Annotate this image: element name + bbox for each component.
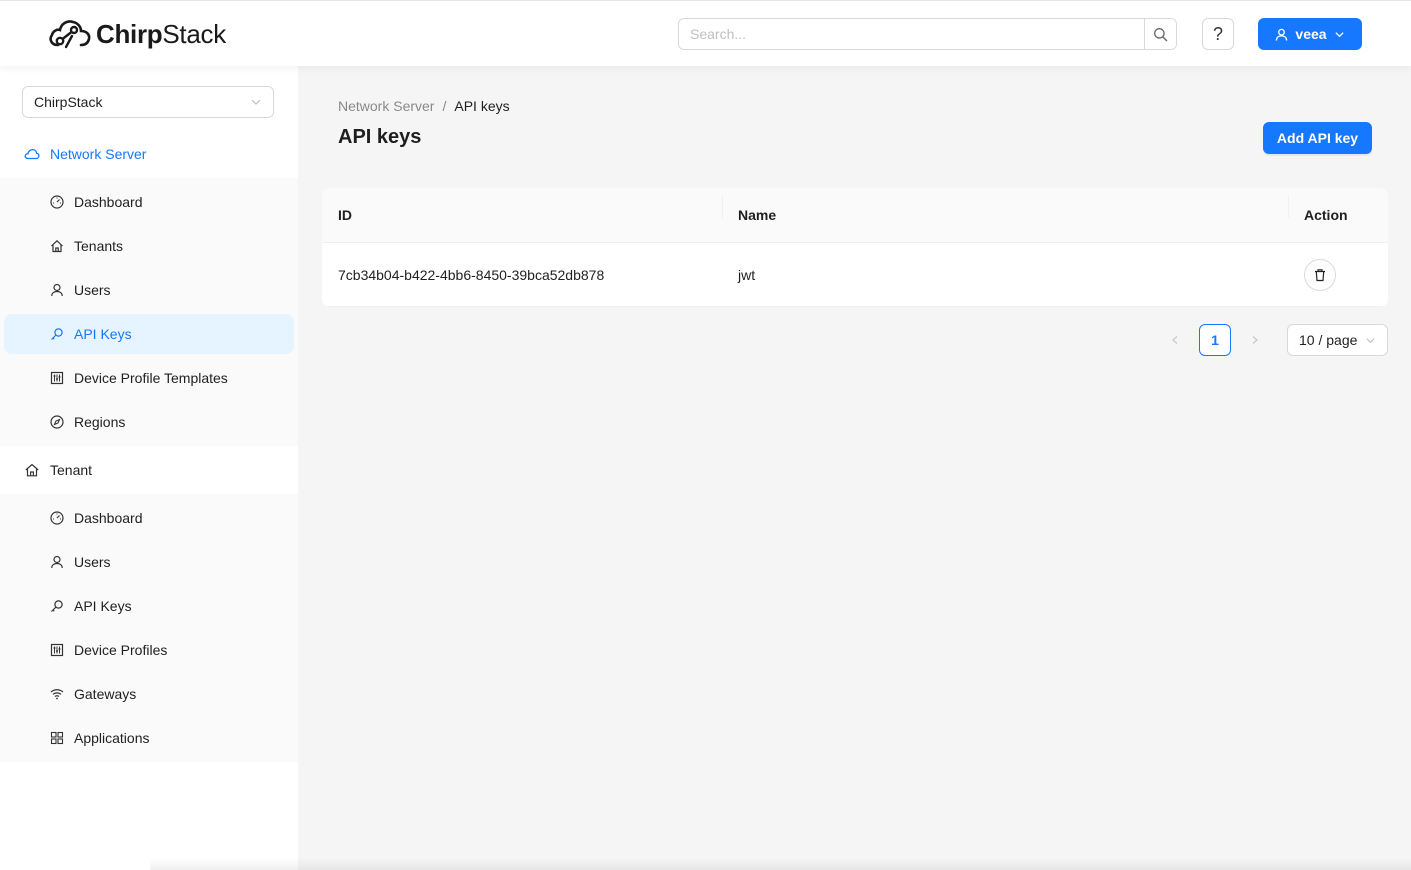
sidebar-item-label: Users: [74, 554, 111, 570]
column-header-name: Name: [722, 196, 1288, 223]
breadcrumb-api-keys: API keys: [454, 98, 510, 114]
pagination-prev-button[interactable]: [1161, 324, 1189, 356]
chirpstack-logo[interactable]: ChirpStack: [48, 17, 226, 51]
page-size-select[interactable]: 10 / page: [1287, 324, 1388, 356]
pagination-page-1[interactable]: 1: [1199, 324, 1231, 356]
chevron-right-icon: [1252, 336, 1258, 344]
key-icon: [50, 599, 64, 613]
sidebar-item-ns-device-profile-templates[interactable]: Device Profile Templates: [4, 358, 294, 398]
cell-id: 7cb34b04-b422-4bb6-8450-39bca52db878: [338, 266, 605, 283]
sidebar-item-label: Device Profile Templates: [74, 370, 228, 386]
sidebar-item-tenant-api-keys[interactable]: API Keys: [4, 586, 294, 626]
add-api-key-button[interactable]: Add API key: [1263, 122, 1372, 154]
dashboard-icon: [50, 511, 64, 525]
global-search: [678, 18, 1177, 50]
sidebar-item-label: Applications: [74, 730, 150, 746]
sidebar-item-tenant-dashboard[interactable]: Dashboard: [4, 498, 294, 538]
cell-name: jwt: [738, 266, 756, 283]
sidebar-item-label: Device Profiles: [74, 642, 168, 658]
control-icon: [50, 643, 64, 657]
sidebar-item-label: Users: [74, 282, 111, 298]
bottom-edge-shadow: [150, 858, 1411, 870]
sidebar-item-tenant-users[interactable]: Users: [4, 542, 294, 582]
user-icon: [50, 555, 64, 569]
wifi-icon: [50, 687, 64, 701]
user-icon: [50, 283, 64, 297]
menu-group-tenant[interactable]: Tenant: [0, 446, 298, 494]
sidebar-item-label: Tenants: [74, 238, 124, 254]
breadcrumb-separator: /: [442, 98, 447, 114]
cell-action: [1288, 258, 1388, 291]
breadcrumb-network-server[interactable]: Network Server: [338, 98, 434, 114]
page-size-value: 10 / page: [1299, 332, 1358, 348]
column-header-action: Action: [1288, 196, 1388, 223]
delete-button[interactable]: [1304, 258, 1336, 291]
sidebar-item-label: Regions: [74, 414, 126, 430]
sidebar-item-ns-dashboard[interactable]: Dashboard: [4, 182, 294, 222]
chevron-down-icon: [1366, 337, 1375, 343]
chevron-down-icon: [251, 99, 261, 105]
menu-group-tenant-label: Tenant: [50, 462, 93, 478]
cloud-icon: [24, 148, 40, 160]
page-title: API keys: [338, 126, 422, 148]
logo-text: ChirpStack: [96, 18, 226, 49]
sidebar-item-tenant-device-profiles[interactable]: Device Profiles: [4, 630, 294, 670]
table-row: 7cb34b04-b422-4bb6-8450-39bca52db878 jwt: [322, 243, 1388, 307]
column-header-id: ID: [338, 207, 352, 223]
compass-icon: [50, 415, 64, 429]
tenant-select[interactable]: ChirpStack: [22, 86, 274, 118]
appstore-icon: [50, 731, 64, 745]
user-name: veea: [1295, 26, 1327, 42]
key-icon: [50, 327, 64, 341]
menu-group-network-server[interactable]: Network Server: [0, 130, 298, 178]
home-icon: [25, 463, 39, 477]
search-input[interactable]: [679, 19, 1144, 49]
sidebar-item-ns-regions[interactable]: Regions: [4, 402, 294, 442]
search-button[interactable]: [1144, 19, 1176, 49]
sidebar-item-ns-tenants[interactable]: Tenants: [4, 226, 294, 266]
table-header: ID Name Action: [322, 188, 1388, 243]
sidebar-item-tenant-applications[interactable]: Applications: [4, 718, 294, 758]
chirpstack-logo-icon: [49, 20, 91, 49]
top-header: ChirpStack ? veea: [0, 0, 1411, 66]
sidebar-item-ns-users[interactable]: Users: [4, 270, 294, 310]
control-icon: [50, 371, 64, 385]
sidebar-item-label: Gateways: [74, 686, 137, 702]
tenant-select-value: ChirpStack: [34, 94, 103, 110]
user-menu-button[interactable]: veea: [1258, 18, 1362, 50]
user-icon: [1276, 28, 1288, 41]
network-server-submenu: Dashboard Tenants Users API Keys Device …: [0, 178, 298, 446]
question-icon: ?: [1212, 23, 1223, 44]
delete-icon: [1315, 268, 1325, 281]
breadcrumb: Network Server / API keys: [338, 98, 510, 114]
search-icon: [1154, 27, 1168, 41]
sidebar-item-label: Dashboard: [74, 510, 143, 526]
api-keys-table: ID Name Action 7cb34b04-b422-4bb6-8450-3…: [322, 188, 1388, 307]
chevron-left-icon: [1172, 336, 1178, 344]
sidebar-item-label: Dashboard: [74, 194, 143, 210]
dashboard-icon: [50, 195, 64, 209]
home-icon: [50, 239, 64, 253]
help-button[interactable]: ?: [1202, 18, 1234, 50]
sidebar-item-ns-api-keys[interactable]: API Keys: [4, 314, 294, 354]
sidebar: ChirpStack Network Server Dashboard Tena…: [0, 66, 298, 870]
sidebar-item-label: API Keys: [74, 326, 132, 342]
tenant-submenu: Dashboard Users API Keys Device Profiles…: [0, 494, 298, 762]
pagination-next-button[interactable]: [1241, 324, 1269, 356]
chevron-down-icon: [1334, 31, 1344, 37]
menu-group-network-server-label: Network Server: [50, 146, 147, 162]
sidebar-item-label: API Keys: [74, 598, 132, 614]
sidebar-item-tenant-gateways[interactable]: Gateways: [4, 674, 294, 714]
